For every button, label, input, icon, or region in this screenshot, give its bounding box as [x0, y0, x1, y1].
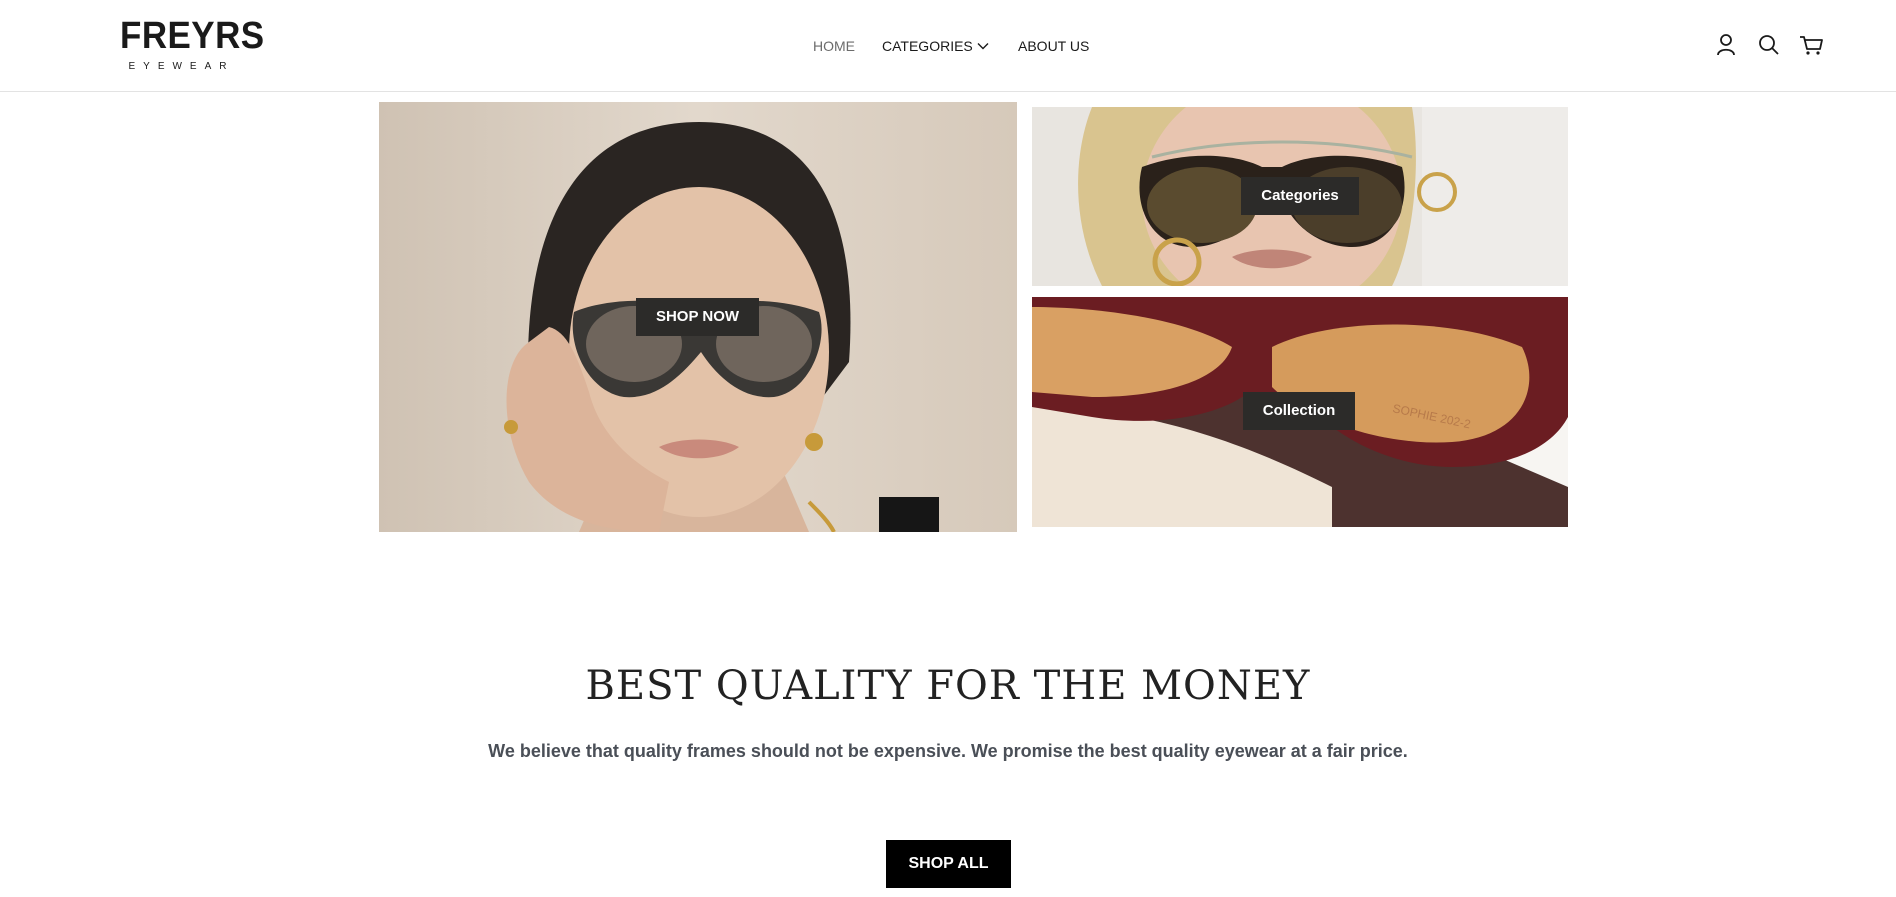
nav-about-us[interactable]: ABOUT US [1018, 38, 1089, 54]
brand-tagline: EYEWEAR [128, 61, 235, 72]
search-icon[interactable] [1754, 30, 1784, 60]
quality-heading: BEST QUALITY FOR THE MONEY [585, 663, 1311, 709]
site-header: FREYRS EYEWEAR HOME CATEGORIES ABOUT US [0, 0, 1896, 92]
collection-button[interactable]: Collection [1243, 392, 1355, 430]
chevron-down-icon [977, 42, 989, 50]
cart-icon[interactable] [1797, 30, 1827, 60]
shop-now-button[interactable]: SHOP NOW [636, 298, 759, 336]
categories-button[interactable]: Categories [1241, 177, 1359, 215]
account-icon[interactable] [1711, 30, 1741, 60]
nav-categories[interactable]: CATEGORIES [882, 38, 989, 54]
shop-all-button[interactable]: SHOP ALL [886, 840, 1011, 888]
nav-home[interactable]: HOME [813, 38, 855, 54]
quality-description: We believe that quality frames should no… [488, 741, 1408, 761]
nav-categories-label: CATEGORIES [882, 38, 973, 54]
main-nav: HOME CATEGORIES ABOUT US [0, 38, 1896, 58]
